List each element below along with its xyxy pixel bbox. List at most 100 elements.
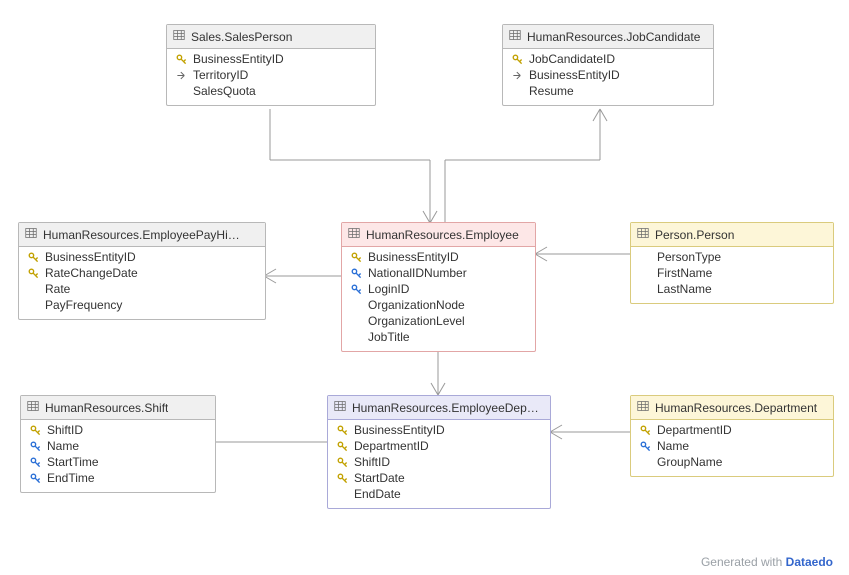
entity-employee[interactable]: HumanResources.Employee BusinessEntityIDN… xyxy=(341,222,536,352)
entity-title: HumanResources.Shift xyxy=(45,401,168,415)
unique-key-icon xyxy=(350,283,362,295)
footer-text: Generated with xyxy=(701,555,786,569)
column-row[interactable]: GroupName xyxy=(631,454,833,470)
entity-title: HumanResources.Department xyxy=(655,401,817,415)
column-name: NationalIDNumber xyxy=(368,266,467,280)
column-row[interactable]: ShiftID xyxy=(21,422,215,438)
column-row[interactable]: LastName xyxy=(631,281,833,297)
column-row[interactable]: StartTime xyxy=(21,454,215,470)
column-name: StartDate xyxy=(354,471,405,485)
no-icon xyxy=(350,299,362,311)
column-row[interactable]: BusinessEntityID xyxy=(167,51,375,67)
foreign-key-icon xyxy=(511,69,523,81)
entity-header[interactable]: HumanResources.JobCandidate xyxy=(503,25,713,49)
column-row[interactable]: SalesQuota xyxy=(167,83,375,99)
column-row[interactable]: PersonType xyxy=(631,249,833,265)
entity-sales-person[interactable]: Sales.SalesPersonBusinessEntityIDTerrito… xyxy=(166,24,376,106)
entity-header[interactable]: HumanResources.EmployeeDepar… xyxy=(328,396,550,420)
primary-key-icon xyxy=(175,53,187,65)
column-row[interactable]: Name xyxy=(631,438,833,454)
column-name: JobCandidateID xyxy=(529,52,615,66)
column-name: OrganizationNode xyxy=(368,298,465,312)
table-icon xyxy=(27,400,39,415)
column-name: Name xyxy=(47,439,79,453)
no-icon xyxy=(639,456,651,468)
column-name: EndDate xyxy=(354,487,401,501)
column-name: JobTitle xyxy=(368,330,410,344)
column-name: LoginID xyxy=(368,282,409,296)
column-name: LastName xyxy=(657,282,712,296)
column-row[interactable]: Resume xyxy=(503,83,713,99)
column-name: TerritoryID xyxy=(193,68,248,82)
column-name: RateChangeDate xyxy=(45,266,138,280)
column-name: PayFrequency xyxy=(45,298,122,312)
entity-header[interactable]: HumanResources.EmployeePayHi… xyxy=(19,223,265,247)
entity-person[interactable]: Person.Person PersonTypeFirstNameLastName xyxy=(630,222,834,304)
column-row[interactable]: BusinessEntityID xyxy=(328,422,550,438)
unique-key-icon xyxy=(29,440,41,452)
column-name: GroupName xyxy=(657,455,722,469)
column-row[interactable]: LoginID xyxy=(342,281,535,297)
column-row[interactable]: PayFrequency xyxy=(19,297,265,313)
column-row[interactable]: FirstName xyxy=(631,265,833,281)
column-name: DepartmentID xyxy=(354,439,429,453)
entity-shift[interactable]: HumanResources.Shift ShiftIDNameStartTime… xyxy=(20,395,216,493)
entity-pay-history[interactable]: HumanResources.EmployeePayHi… BusinessEnt… xyxy=(18,222,266,320)
column-row[interactable]: Rate xyxy=(19,281,265,297)
column-row[interactable]: JobCandidateID xyxy=(503,51,713,67)
no-icon xyxy=(639,267,651,279)
column-list: BusinessEntityIDNationalIDNumber LoginID O… xyxy=(342,247,535,351)
entity-header[interactable]: HumanResources.Department xyxy=(631,396,833,420)
table-icon xyxy=(25,227,37,242)
column-row[interactable]: ShiftID xyxy=(328,454,550,470)
column-row[interactable]: DepartmentID xyxy=(328,438,550,454)
column-name: BusinessEntityID xyxy=(529,68,620,82)
column-row[interactable]: RateChangeDate xyxy=(19,265,265,281)
entity-header[interactable]: Sales.SalesPerson xyxy=(167,25,375,49)
column-name: BusinessEntityID xyxy=(45,250,136,264)
column-name: ShiftID xyxy=(354,455,390,469)
column-row[interactable]: Name xyxy=(21,438,215,454)
column-row[interactable]: JobTitle xyxy=(342,329,535,345)
column-name: DepartmentID xyxy=(657,423,732,437)
column-row[interactable]: BusinessEntityID xyxy=(503,67,713,83)
column-name: SalesQuota xyxy=(193,84,256,98)
column-row[interactable]: NationalIDNumber xyxy=(342,265,535,281)
column-row[interactable]: OrganizationNode xyxy=(342,297,535,313)
column-list: BusinessEntityIDDepartmentID ShiftID Start… xyxy=(328,420,550,508)
no-icon xyxy=(639,283,651,295)
primary-key-icon xyxy=(336,472,348,484)
column-row[interactable]: EndDate xyxy=(328,486,550,502)
column-name: PersonType xyxy=(657,250,721,264)
column-row[interactable]: EndTime xyxy=(21,470,215,486)
no-icon xyxy=(350,315,362,327)
column-name: EndTime xyxy=(47,471,95,485)
table-icon xyxy=(509,29,521,44)
no-icon xyxy=(511,85,523,97)
column-row[interactable]: BusinessEntityID xyxy=(342,249,535,265)
column-row[interactable]: TerritoryID xyxy=(167,67,375,83)
table-icon xyxy=(173,29,185,44)
entity-header[interactable]: HumanResources.Shift xyxy=(21,396,215,420)
primary-key-icon xyxy=(639,424,651,436)
no-icon xyxy=(336,488,348,500)
primary-key-icon xyxy=(350,251,362,263)
entity-header[interactable]: HumanResources.Employee xyxy=(342,223,535,247)
entity-job-candidate[interactable]: HumanResources.JobCandidate JobCandidateI… xyxy=(502,24,714,106)
entity-department[interactable]: HumanResources.Department DepartmentIDNam… xyxy=(630,395,834,477)
no-icon xyxy=(350,331,362,343)
column-row[interactable]: DepartmentID xyxy=(631,422,833,438)
table-icon xyxy=(637,400,649,415)
entity-header[interactable]: Person.Person xyxy=(631,223,833,247)
column-row[interactable]: OrganizationLevel xyxy=(342,313,535,329)
column-row[interactable]: BusinessEntityID xyxy=(19,249,265,265)
table-icon xyxy=(348,227,360,242)
entity-title: HumanResources.Employee xyxy=(366,228,519,242)
column-list: BusinessEntityIDTerritoryID SalesQuota xyxy=(167,49,375,105)
column-row[interactable]: StartDate xyxy=(328,470,550,486)
entity-title: Person.Person xyxy=(655,228,734,242)
no-icon xyxy=(639,251,651,263)
entity-emp-dept-hist[interactable]: HumanResources.EmployeeDepar…BusinessEnt… xyxy=(327,395,551,509)
column-name: Rate xyxy=(45,282,70,296)
no-icon xyxy=(27,283,39,295)
